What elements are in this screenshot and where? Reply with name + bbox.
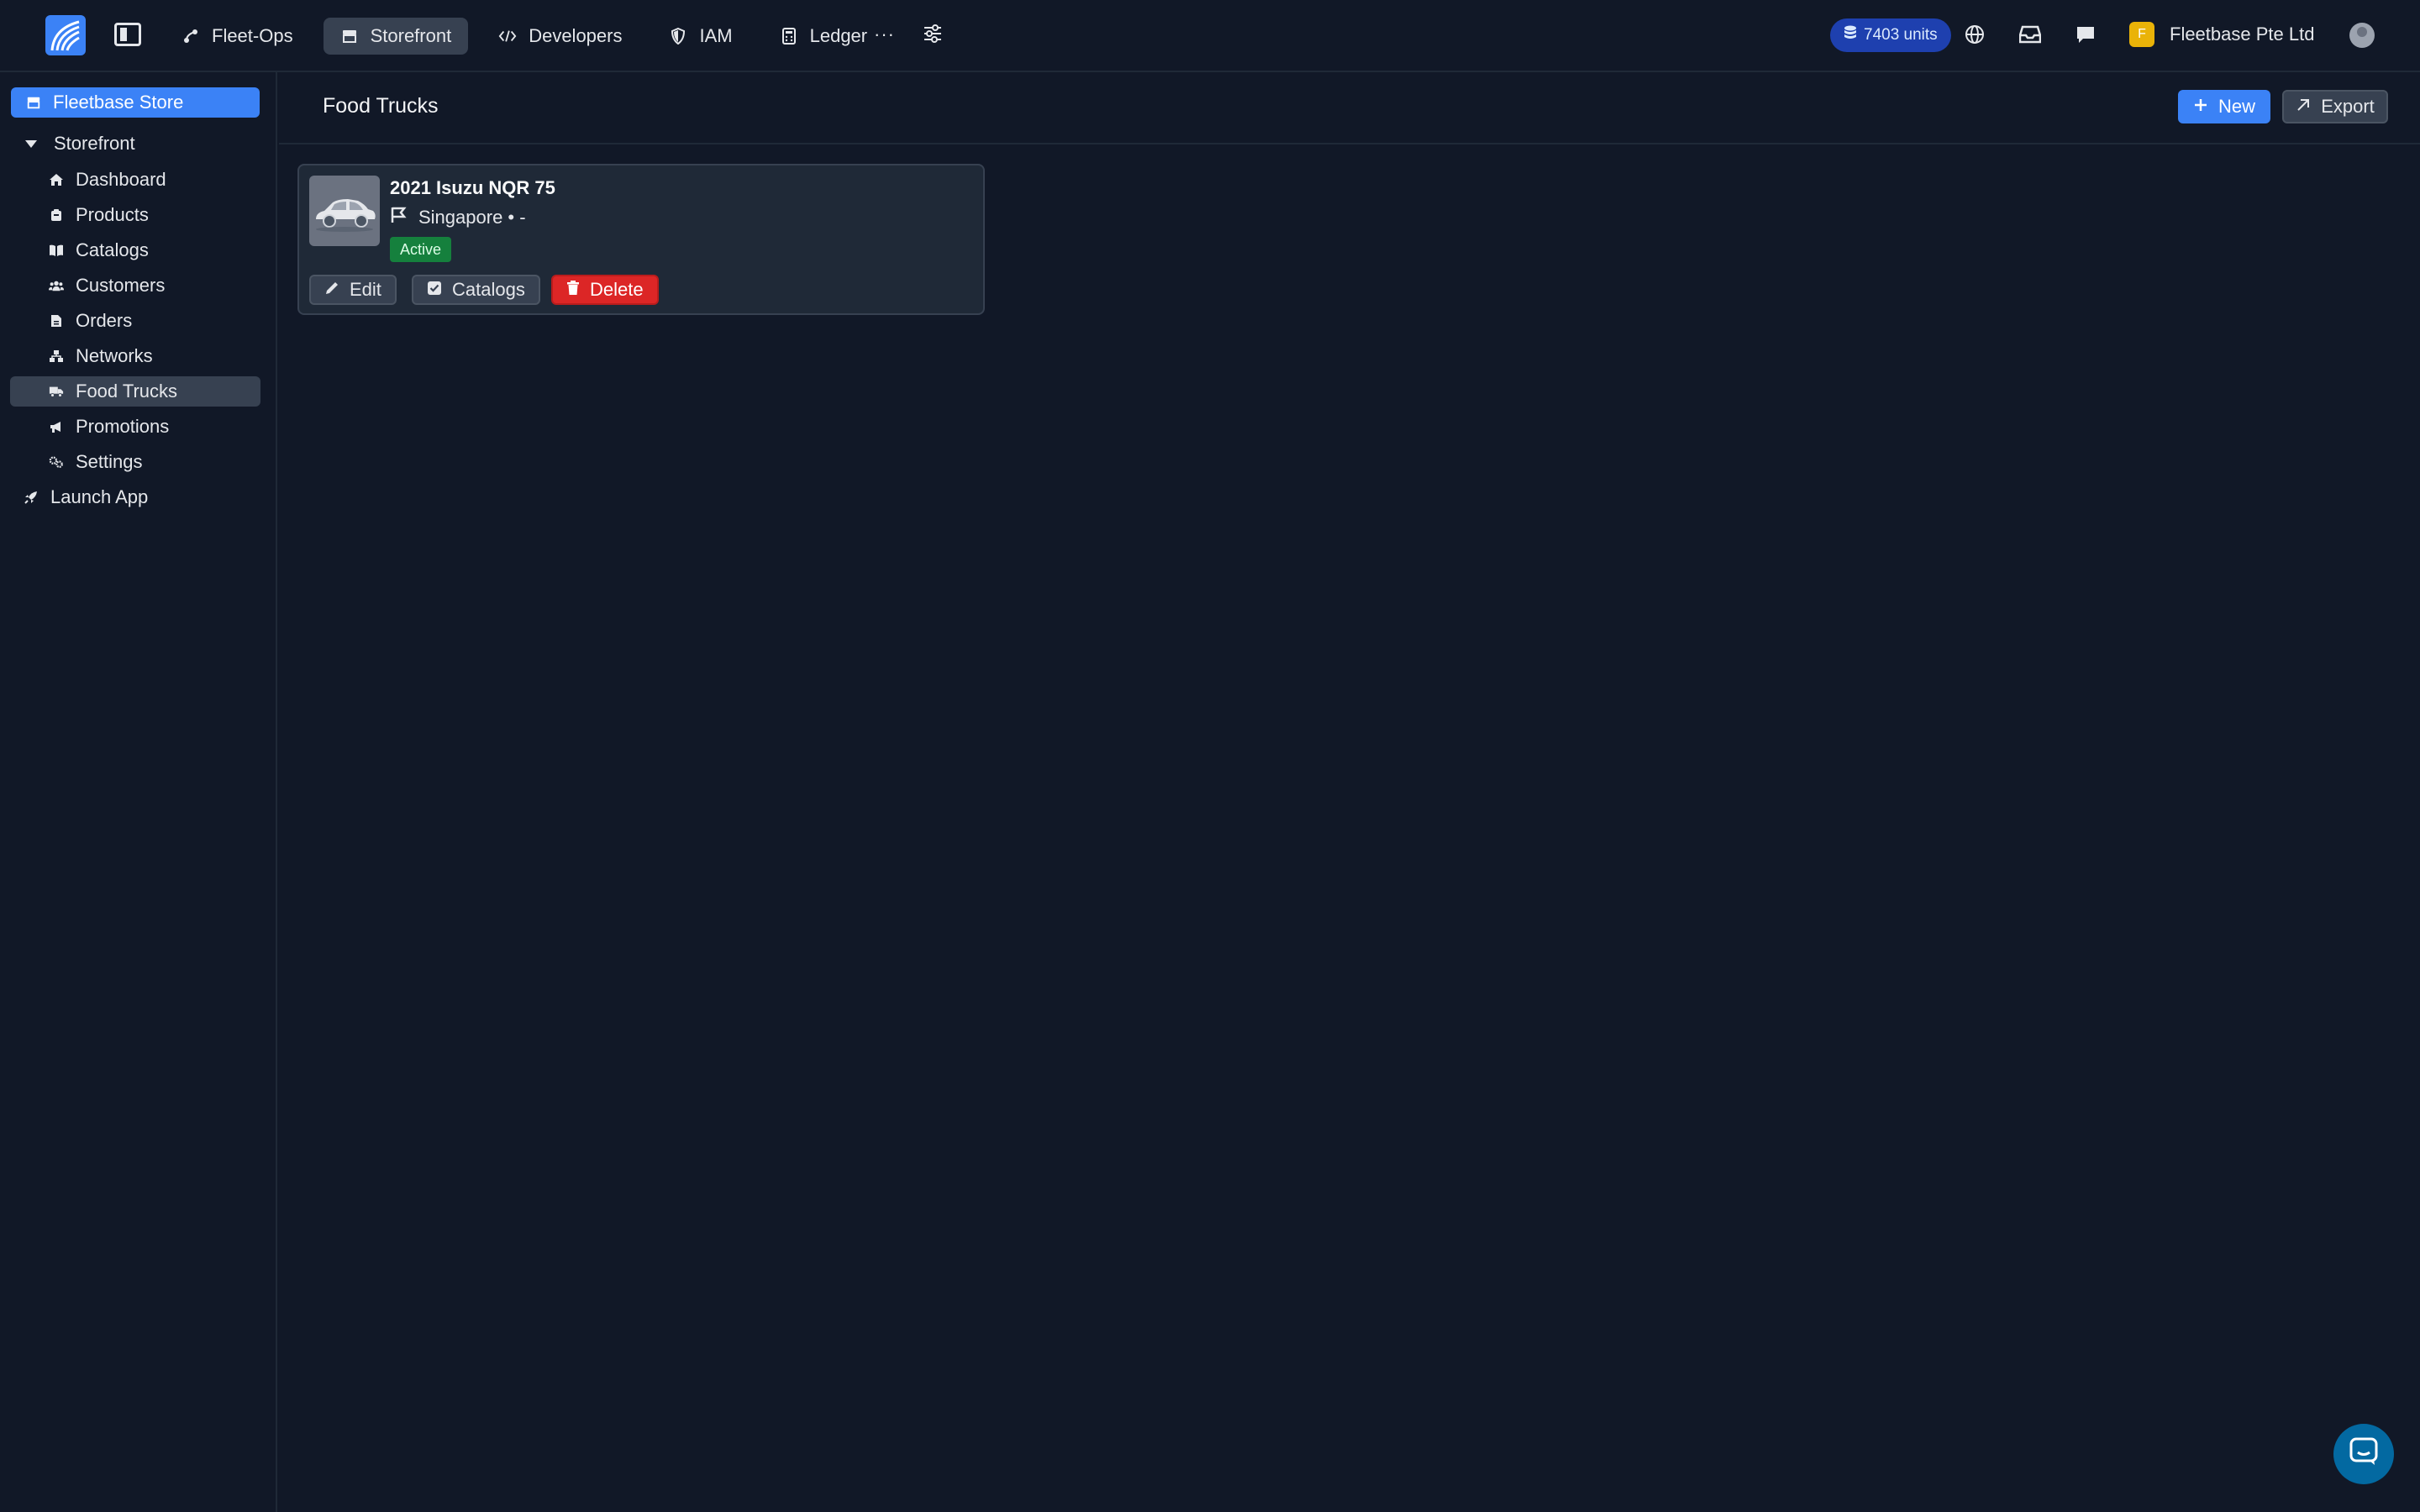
- support-chat-launcher[interactable]: [2333, 1424, 2394, 1484]
- page-title: Food Trucks: [323, 94, 439, 118]
- nav-label: Ledger: [809, 25, 868, 46]
- nav-ledger[interactable]: Ledger: [763, 18, 885, 55]
- rocket-icon: [24, 490, 39, 505]
- sidebar-group-label: Storefront: [54, 133, 135, 154]
- store-icon: [340, 27, 359, 45]
- new-button[interactable]: New: [2178, 90, 2270, 123]
- sidebar-group-storefront[interactable]: Storefront: [25, 133, 135, 155]
- org-avatar: F: [2129, 22, 2154, 47]
- sidebar: Fleetbase Store Storefront Dashboard Pro…: [0, 72, 277, 1512]
- sidebar-item-customers[interactable]: Customers: [10, 270, 260, 301]
- sidebar-item-dashboard[interactable]: Dashboard: [10, 165, 260, 195]
- megaphone-icon: [49, 419, 64, 434]
- sidebar-item-label: Catalogs: [76, 239, 149, 260]
- caret-down-icon: [25, 139, 37, 148]
- sidebar-item-label: Launch App: [50, 486, 149, 507]
- delete-button[interactable]: Delete: [551, 275, 659, 305]
- nav-label: IAM: [699, 25, 733, 46]
- sidebar-item-label: Promotions: [76, 416, 170, 437]
- more-menu-icon[interactable]: ···: [874, 24, 895, 45]
- sidebar-item-label: Settings: [76, 451, 143, 472]
- gears-icon: [49, 454, 64, 470]
- export-button[interactable]: Export: [2282, 90, 2388, 123]
- delete-button-label: Delete: [590, 279, 644, 300]
- sidebar-item-label: Orders: [76, 310, 133, 331]
- location-row: Singapore • -: [390, 206, 526, 229]
- new-button-label: New: [2217, 96, 2255, 117]
- code-icon: [498, 27, 517, 45]
- file-invoice-icon: [49, 313, 64, 328]
- book-icon: [49, 243, 64, 258]
- box-icon: [49, 207, 64, 223]
- inbox-icon[interactable]: [2018, 22, 2043, 47]
- plus-icon: [2193, 96, 2208, 118]
- org-name: Fleetbase Pte Ltd: [2170, 24, 2315, 45]
- credits-badge[interactable]: 7403 units: [1830, 18, 1951, 52]
- location-text: Singapore • -: [418, 207, 526, 228]
- main-nav: Fleet-Ops Storefront Developers IAM Ledg…: [165, 18, 884, 55]
- arrow-up-right-icon: [2296, 96, 2311, 118]
- vehicle-thumbnail: [309, 176, 380, 246]
- status-badge: Active: [390, 237, 452, 262]
- nav-developers[interactable]: Developers: [481, 18, 639, 55]
- sidebar-item-networks[interactable]: Networks: [10, 341, 260, 371]
- fleetbase-logo[interactable]: [45, 15, 86, 55]
- edit-button[interactable]: Edit: [309, 275, 397, 305]
- map-icon: [390, 206, 408, 229]
- edit-button-label: Edit: [350, 279, 381, 300]
- sidebar-item-orders[interactable]: Orders: [10, 306, 260, 336]
- sidebar-item-label: Dashboard: [76, 169, 166, 190]
- users-icon: [49, 278, 64, 293]
- check-square-icon: [427, 279, 442, 301]
- sidebar-item-promotions[interactable]: Promotions: [10, 412, 260, 442]
- user-avatar[interactable]: [2349, 23, 2375, 48]
- nav-label: Developers: [529, 25, 623, 46]
- home-icon: [49, 172, 64, 187]
- trash-icon: [566, 279, 580, 301]
- catalogs-button-label: Catalogs: [452, 279, 525, 300]
- sidebar-item-label: Customers: [76, 275, 166, 296]
- network-icon: [49, 349, 64, 364]
- sidebar-toggle-icon[interactable]: [114, 23, 141, 46]
- nav-iam[interactable]: IAM: [652, 18, 749, 55]
- chat-icon: [2349, 1437, 2378, 1471]
- sidebar-item-label: Food Trucks: [76, 381, 178, 402]
- sliders-icon[interactable]: [922, 23, 944, 45]
- store-icon: [26, 95, 41, 110]
- top-navigation-bar: Fleet-Ops Storefront Developers IAM Ledg…: [0, 0, 2420, 72]
- credits-value: 7403 units: [1864, 26, 1938, 44]
- nav-storefront[interactable]: Storefront: [323, 18, 469, 55]
- sidebar-item-food-trucks[interactable]: Food Trucks: [10, 376, 260, 407]
- sidebar-item-settings[interactable]: Settings: [10, 447, 260, 477]
- nav-label: Storefront: [370, 25, 452, 46]
- sidebar-item-launch-app[interactable]: Launch App: [12, 482, 262, 512]
- store-button-label: Fleetbase Store: [53, 92, 184, 113]
- globe-icon[interactable]: [1962, 22, 1987, 47]
- chat-icon[interactable]: [2073, 22, 2098, 47]
- export-button-label: Export: [2321, 96, 2375, 117]
- vehicle-name: 2021 Isuzu NQR 75: [390, 177, 555, 198]
- sidebar-item-label: Products: [76, 204, 149, 225]
- sidebar-item-catalogs[interactable]: Catalogs: [10, 235, 260, 265]
- shield-icon: [669, 27, 687, 45]
- page-header: Food Trucks: [279, 72, 2420, 144]
- pencil-icon: [324, 279, 339, 301]
- catalogs-button[interactable]: Catalogs: [412, 275, 540, 305]
- calculator-icon: [780, 27, 798, 45]
- food-truck-card: 2021 Isuzu NQR 75 Singapore • - Active E…: [297, 164, 985, 315]
- sidebar-item-label: Networks: [76, 345, 153, 366]
- organization-switcher[interactable]: F Fleetbase Pte Ltd: [2129, 22, 2314, 47]
- sidebar-item-products[interactable]: Products: [10, 200, 260, 230]
- store-switcher-button[interactable]: Fleetbase Store: [11, 87, 260, 118]
- route-icon: [182, 27, 200, 45]
- nav-label: Fleet-Ops: [212, 25, 293, 46]
- truck-icon: [49, 384, 64, 399]
- database-icon: [1844, 25, 1857, 45]
- nav-fleet-ops[interactable]: Fleet-Ops: [165, 18, 310, 55]
